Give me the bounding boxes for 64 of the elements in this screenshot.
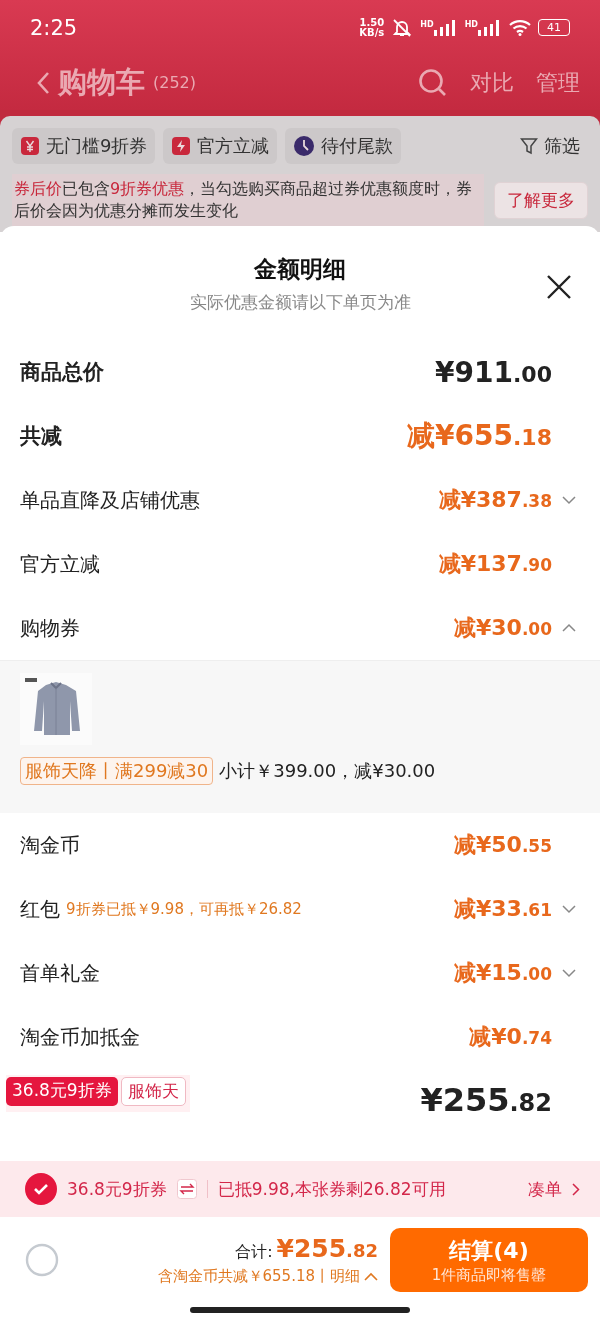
filter-chip[interactable]: 无门槛9折券 (12, 128, 156, 164)
row-label: 淘金币加抵金 (20, 1023, 140, 1051)
search-icon[interactable] (418, 67, 448, 98)
muted-bell-icon (391, 17, 414, 38)
close-icon[interactable] (546, 274, 572, 300)
swap-icon[interactable] (176, 1179, 197, 1199)
coupon-tag: 36.8元9折券 (6, 1077, 118, 1106)
network-speed: 1.50 KB/s (359, 17, 385, 38)
clock-time: 2:25 (30, 15, 78, 40)
amount: 减¥30.00 (453, 614, 552, 642)
learn-more-button[interactable]: 了解更多 (494, 181, 588, 219)
promo-tag: 服饰天降丨满299减30 (20, 757, 214, 785)
radio-button[interactable] (25, 1243, 59, 1277)
amount: ¥255.82 (420, 1081, 552, 1119)
coupon-icon (20, 136, 40, 156)
row-label: 共减 (20, 423, 62, 450)
back-icon[interactable] (36, 70, 50, 95)
amount: ¥911.00 (435, 355, 552, 389)
amount: 减¥387.38 (438, 486, 552, 514)
amount: 减¥0.74 (469, 1023, 552, 1051)
coupon-info: 已抵9.98,本张券剩26.82可用 (217, 1177, 446, 1201)
row-note: 9折券已抵￥9.98，可再抵￥26.82 (66, 899, 302, 919)
subtotal-text: 小计￥399.00，减¥30.00 (219, 759, 436, 783)
notice-text: 券后价已包含9折券优惠，当勾选购买商品超过券优惠额度时，券后价会因为优惠分摊而发生变化 (12, 174, 484, 226)
filter-chip[interactable]: 筛选 (512, 128, 588, 164)
coupon-name: 36.8元9折券 (67, 1177, 167, 1201)
row-label: 购物券 (20, 614, 80, 642)
lightning-icon (171, 136, 192, 156)
amount: 减¥50.55 (453, 831, 552, 859)
sheet-title: 金额明细 (253, 255, 347, 284)
row-label: 首单礼金 (20, 959, 100, 987)
row-label: 单品直降及店铺优惠 (20, 486, 200, 514)
total-label: 合计: (235, 1242, 273, 1263)
row-label: 淘金币 (20, 831, 80, 859)
total-amount: ¥255.82 (276, 1234, 378, 1263)
row-label: 红包 (20, 895, 60, 923)
chevron-down-icon[interactable] (562, 904, 576, 914)
chevron-up-icon[interactable] (562, 623, 576, 633)
filter-icon (520, 137, 538, 155)
clock-icon (293, 135, 316, 157)
chevron-right-icon (572, 1182, 580, 1196)
amount: 减¥33.61 (453, 895, 552, 923)
header-link[interactable]: 管理 (536, 67, 580, 98)
checkbox[interactable] (25, 1173, 57, 1205)
header-link[interactable]: 对比 (470, 67, 514, 98)
page-title: 购物车 (58, 63, 145, 101)
caret-up-icon (364, 1272, 378, 1281)
wifi-icon (509, 19, 531, 36)
checkout-button[interactable]: 结算(4) 1件商品即将售罄 (390, 1228, 588, 1292)
battery-icon: 41 (538, 19, 570, 36)
amount: 减¥137.90 (438, 550, 552, 578)
chevron-down-icon[interactable] (562, 968, 576, 978)
filter-chip[interactable]: 官方立减 (163, 128, 278, 164)
row-label: 官方立减 (20, 550, 100, 578)
chevron-down-icon[interactable] (562, 495, 576, 505)
coupon-tag: 服饰天 (120, 1077, 186, 1106)
amount: 减¥655.18 (407, 418, 552, 454)
saving-detail-link[interactable]: 含淘金币共减￥655.18丨明细 (157, 1267, 360, 1286)
filter-chip[interactable]: 待付尾款 (285, 128, 402, 164)
sheet-subtitle: 实际优惠金额请以下单页为准 (188, 291, 412, 314)
row-label: 商品总价 (20, 359, 104, 386)
item-count: (252) (153, 73, 197, 92)
add-items-link[interactable]: 凑单 (528, 1177, 562, 1201)
amount: 减¥15.00 (453, 959, 552, 987)
